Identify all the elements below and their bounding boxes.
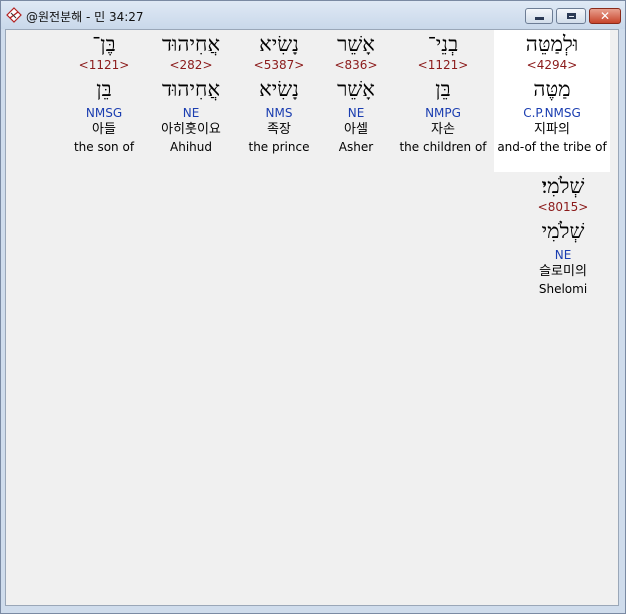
window-title: @원전분해 - 민 34:27 xyxy=(26,10,144,24)
minimize-button[interactable] xyxy=(525,8,553,24)
close-button[interactable]: ✕ xyxy=(589,8,621,24)
word-block[interactable]: וּלְמַטֵּה <4294> מַטֶּה C.P.NMSG 지파의 an… xyxy=(494,30,610,172)
lemma-word: מַטֶּה xyxy=(533,77,571,101)
morphology-code: NE xyxy=(554,248,572,262)
title-bar[interactable]: @원전분해 - 민 34:27 ✕ xyxy=(1,1,625,29)
lemma-word: שְׁלֹמִי xyxy=(541,219,585,243)
english-gloss: and-of the tribe of xyxy=(497,140,607,154)
korean-gloss: 지파의 xyxy=(534,122,570,137)
english-gloss: the son of xyxy=(73,140,135,154)
korean-gloss: 슬로미의 xyxy=(539,264,587,279)
maximize-icon xyxy=(566,13,576,19)
english-gloss: Shelomi xyxy=(538,282,588,296)
hebrew-word: בֶּן־ xyxy=(92,32,116,56)
lemma-word: בֵּן xyxy=(96,77,112,101)
hebrew-word: שְׁלֹמִי׃ xyxy=(541,174,585,198)
morphology-code: NMSG xyxy=(85,106,123,120)
minimize-icon xyxy=(534,17,544,20)
analysis-pane[interactable]: וּלְמַטֵּה <4294> מַטֶּה C.P.NMSG 지파의 an… xyxy=(5,29,619,606)
hebrew-word: וּלְמַטֵּה xyxy=(525,32,579,56)
maximize-button[interactable] xyxy=(556,8,586,24)
strong-number[interactable]: <8015> xyxy=(508,200,618,215)
korean-gloss: 아들 xyxy=(92,122,116,137)
close-icon: ✕ xyxy=(599,9,611,23)
strong-number[interactable]: <1121> xyxy=(49,58,159,73)
strong-number[interactable]: <4294> xyxy=(494,58,610,73)
word-block[interactable]: בֶּן־ <1121> בֵּן NMSG 아들 the son of xyxy=(49,30,159,155)
word-block[interactable]: שְׁלֹמִי׃ <8015> שְׁלֹמִי NE 슬로미의 Shelom… xyxy=(508,172,618,297)
morphology-code: C.P.NMSG xyxy=(523,106,581,120)
app-logo-icon[interactable] xyxy=(6,7,22,23)
